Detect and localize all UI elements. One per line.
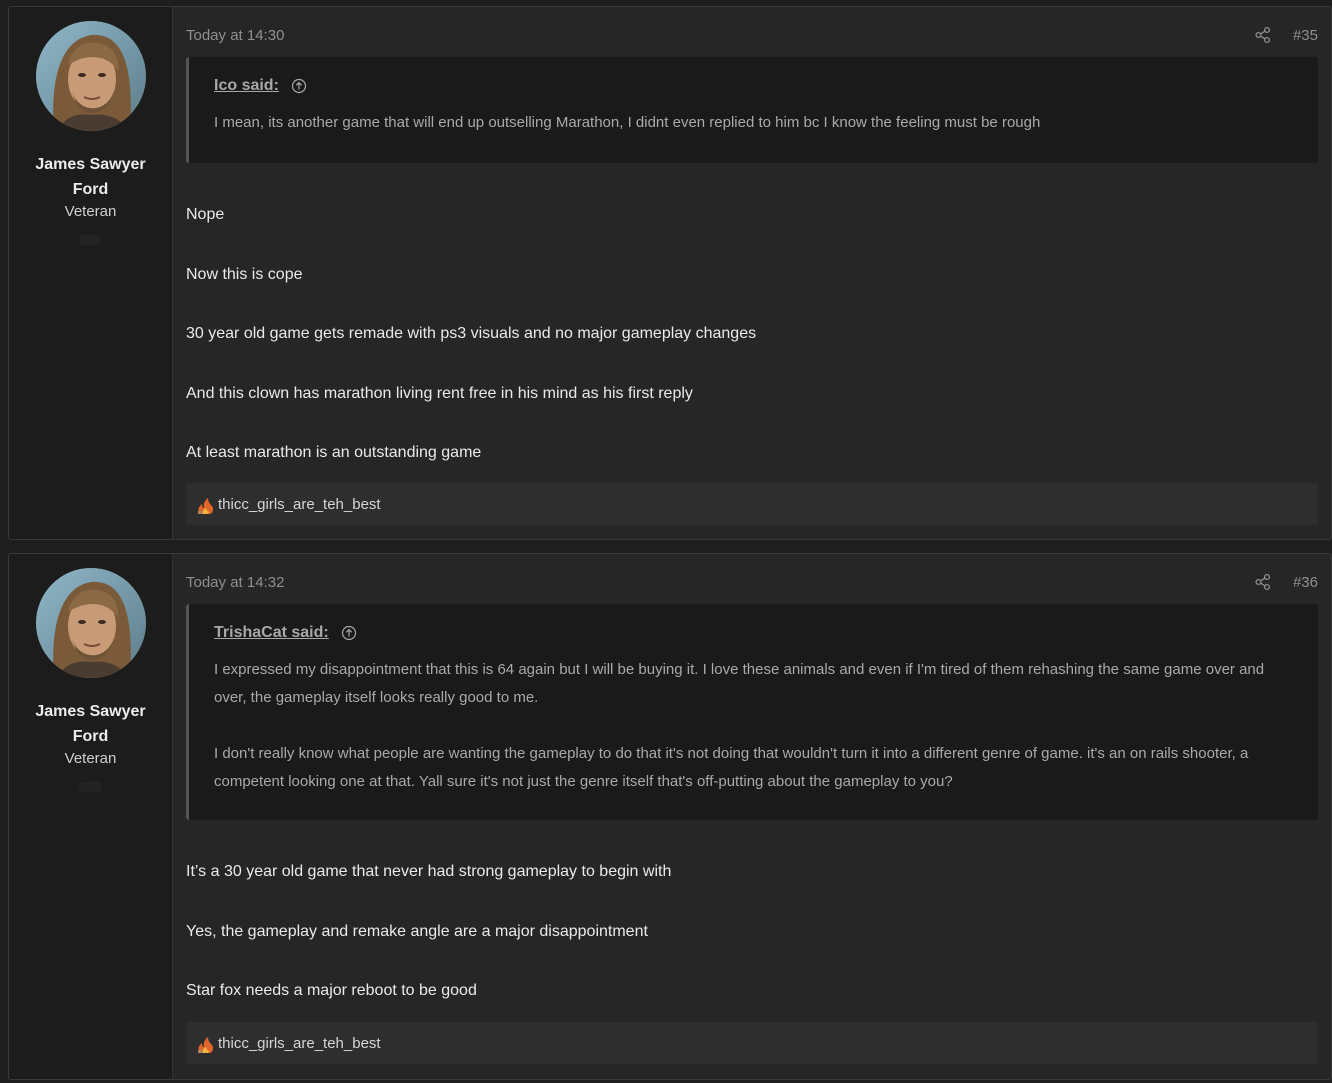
post-meta: Today at 14:30 #35 <box>186 25 1318 45</box>
username[interactable]: James Sawyer Ford <box>9 699 172 749</box>
post-main-cell: Today at 14:30 #35 Ico said: I mean, its… <box>186 7 1318 539</box>
message-line: Yes, the gameplay and remake angle are a… <box>186 922 648 940</box>
post-number[interactable]: #36 <box>1293 574 1318 591</box>
post-main-cell: Today at 14:32 #36 TrishaCat said: I exp… <box>186 554 1318 1079</box>
quote-body: I mean, its another game that will end u… <box>214 109 1292 137</box>
share-icon[interactable] <box>1254 26 1272 44</box>
post-number[interactable]: #35 <box>1293 27 1318 44</box>
fire-reaction-icon <box>198 1037 214 1053</box>
message-body: Nope Now this is cope 30 year old game g… <box>186 206 1318 504</box>
quote-paragraph: I mean, its another game that will end u… <box>214 114 1041 132</box>
quote-paragraph: I don't really know what people are want… <box>214 745 1249 791</box>
post-meta: Today at 14:32 #36 <box>186 572 1318 592</box>
reactions-bar[interactable]: thicc_girls_are_teh_best <box>186 1022 1318 1064</box>
post-user-cell: James Sawyer Ford Veteran <box>9 554 173 1079</box>
post-user-cell: James Sawyer Ford Veteran <box>9 7 173 539</box>
message-line: Nope <box>186 206 225 223</box>
user-banner <box>79 235 101 245</box>
message-line: 30 year old game gets remade with ps3 vi… <box>186 325 757 342</box>
arrow-up-circle-icon[interactable] <box>341 625 357 641</box>
message-line: Now this is cope <box>186 265 303 283</box>
share-icon[interactable] <box>1254 573 1272 591</box>
avatar[interactable] <box>36 21 146 131</box>
post-date[interactable]: Today at 14:32 <box>186 574 284 591</box>
message-line: It’s a 30 year old game that never had s… <box>186 863 672 880</box>
post-36: James Sawyer Ford Veteran Today at 14:32… <box>8 553 1332 1080</box>
user-title: Veteran <box>64 750 117 767</box>
quote-body: I expressed my disappointment that this … <box>214 656 1292 796</box>
reaction-user-link[interactable]: thicc_girls_are_teh_best <box>218 496 381 513</box>
reactions-bar[interactable]: thicc_girls_are_teh_best <box>186 483 1318 525</box>
post-date[interactable]: Today at 14:30 <box>186 27 284 44</box>
reaction-user-link[interactable]: thicc_girls_are_teh_best <box>218 1035 381 1052</box>
arrow-up-circle-icon[interactable] <box>291 78 307 94</box>
fire-reaction-icon <box>198 498 214 514</box>
post-35: James Sawyer Ford Veteran Today at 14:30… <box>8 6 1332 540</box>
user-banner <box>79 782 101 792</box>
quote-block: Ico said: I mean, its another game that … <box>186 57 1318 163</box>
username[interactable]: James Sawyer Ford <box>9 152 172 202</box>
message-body: It’s a 30 year old game that never had s… <box>186 863 1318 1042</box>
quote-author-link[interactable]: TrishaCat said: <box>214 624 329 642</box>
quote-author-link[interactable]: Ico said: <box>214 77 279 95</box>
quote-block: TrishaCat said: I expressed my disappoin… <box>186 604 1318 820</box>
avatar[interactable] <box>36 568 146 678</box>
message-line: And this clown has marathon living rent … <box>186 384 693 402</box>
quote-paragraph: I expressed my disappointment that this … <box>214 661 1265 707</box>
user-title: Veteran <box>64 203 117 220</box>
